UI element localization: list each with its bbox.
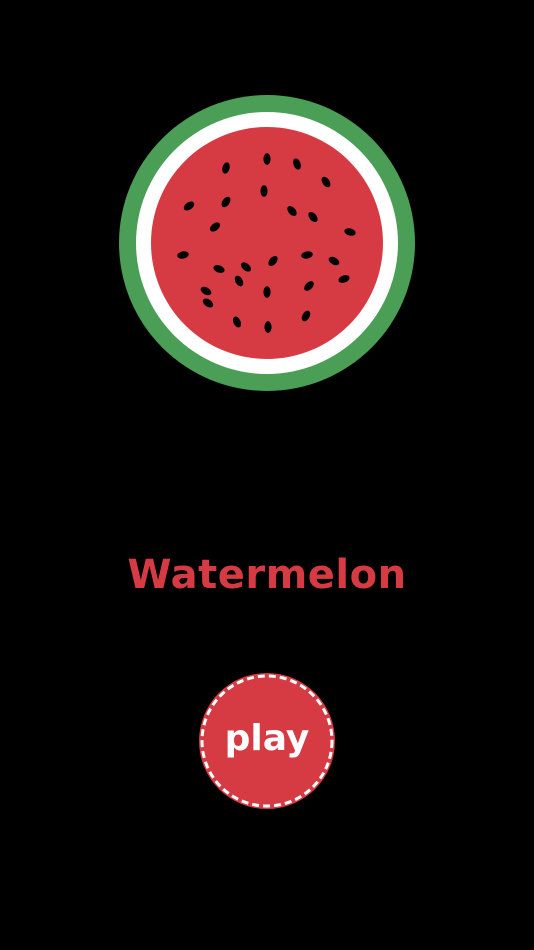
play-button[interactable]: play	[197, 671, 337, 811]
watermelon-seed	[263, 153, 271, 165]
splash-screen: Watermelon play	[0, 0, 534, 950]
watermelon-seed	[260, 185, 268, 197]
app-title: Watermelon	[127, 552, 407, 598]
watermelon-graphic	[119, 95, 415, 391]
play-button-label: play	[224, 718, 310, 759]
watermelon-slice-icon	[119, 95, 415, 391]
watermelon-seed	[263, 286, 271, 298]
watermelon-seed	[264, 321, 272, 333]
